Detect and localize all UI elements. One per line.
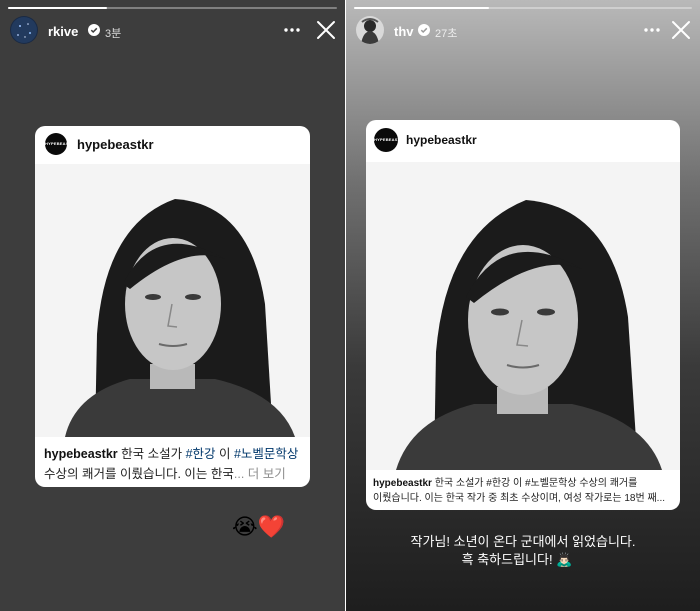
story-header: thv 27초 [356,14,690,48]
story-username[interactable]: thv [394,24,414,39]
story-progress-fill [8,7,107,9]
post-caption: hypebeastkr 한국 소설가 #한강 이 #노벨문학상 수상의 쾌거를 … [44,447,299,481]
story-username[interactable]: rkive [48,24,78,39]
post-author-username[interactable]: hypebeastkr [77,137,154,152]
caption-username[interactable]: hypebeastkr [44,447,118,461]
post-photo [35,164,310,437]
post-author-avatar: HYPEBEAST [45,133,67,155]
story-left: rkive 3분 HYPEBEAST hypebeastkr [0,0,345,611]
caption-username[interactable]: hypebeastkr [373,478,432,489]
more-options-icon[interactable] [282,20,302,40]
story-progress-fill [354,7,490,9]
story-reply-line-2: 흑 축하드립니다! 🙇🏻‍♂️ [461,552,573,567]
avatar[interactable] [10,16,38,44]
post-author-avatar: HYPEBEAST [374,128,398,152]
story-reply-line-1: 작가님! 소년이 온다 군대에서 읽었습니다. [410,534,636,549]
close-icon[interactable] [315,19,337,41]
verified-badge-icon [418,24,430,36]
see-more-link[interactable]: ... 더 보기 [234,467,286,481]
story-timestamp: 3분 [105,28,122,40]
reaction-emojis: 😭❤️ [232,514,286,539]
post-photo [366,162,680,470]
shared-post-card[interactable]: HYPEBEAST hypebeastkr hypebeastkr 한국 소설가… [35,126,310,487]
story-right: thv 27초 HYPEBEAST hypebeastkr hypebeastk… [346,0,700,611]
post-author-username[interactable]: hypebeastkr [406,133,477,147]
more-options-icon[interactable] [642,20,662,40]
avatar[interactable] [356,16,384,44]
shared-post-card[interactable]: HYPEBEAST hypebeastkr hypebeastkr 한국 소설가… [366,120,680,510]
close-icon[interactable] [670,19,692,41]
post-caption: hypebeastkr 한국 소설가 #한강 이 #노벨문학상 수상의 쾌거를 … [373,478,665,504]
story-progress-bar [8,7,337,9]
story-timestamp: 27초 [435,28,458,40]
hashtag-link[interactable]: #한강 [186,447,216,461]
hashtag-link[interactable]: #노벨문학상 [234,447,298,461]
story-progress-bar [354,7,692,9]
story-header: rkive 3분 [10,14,335,48]
verified-badge-icon [88,24,100,36]
